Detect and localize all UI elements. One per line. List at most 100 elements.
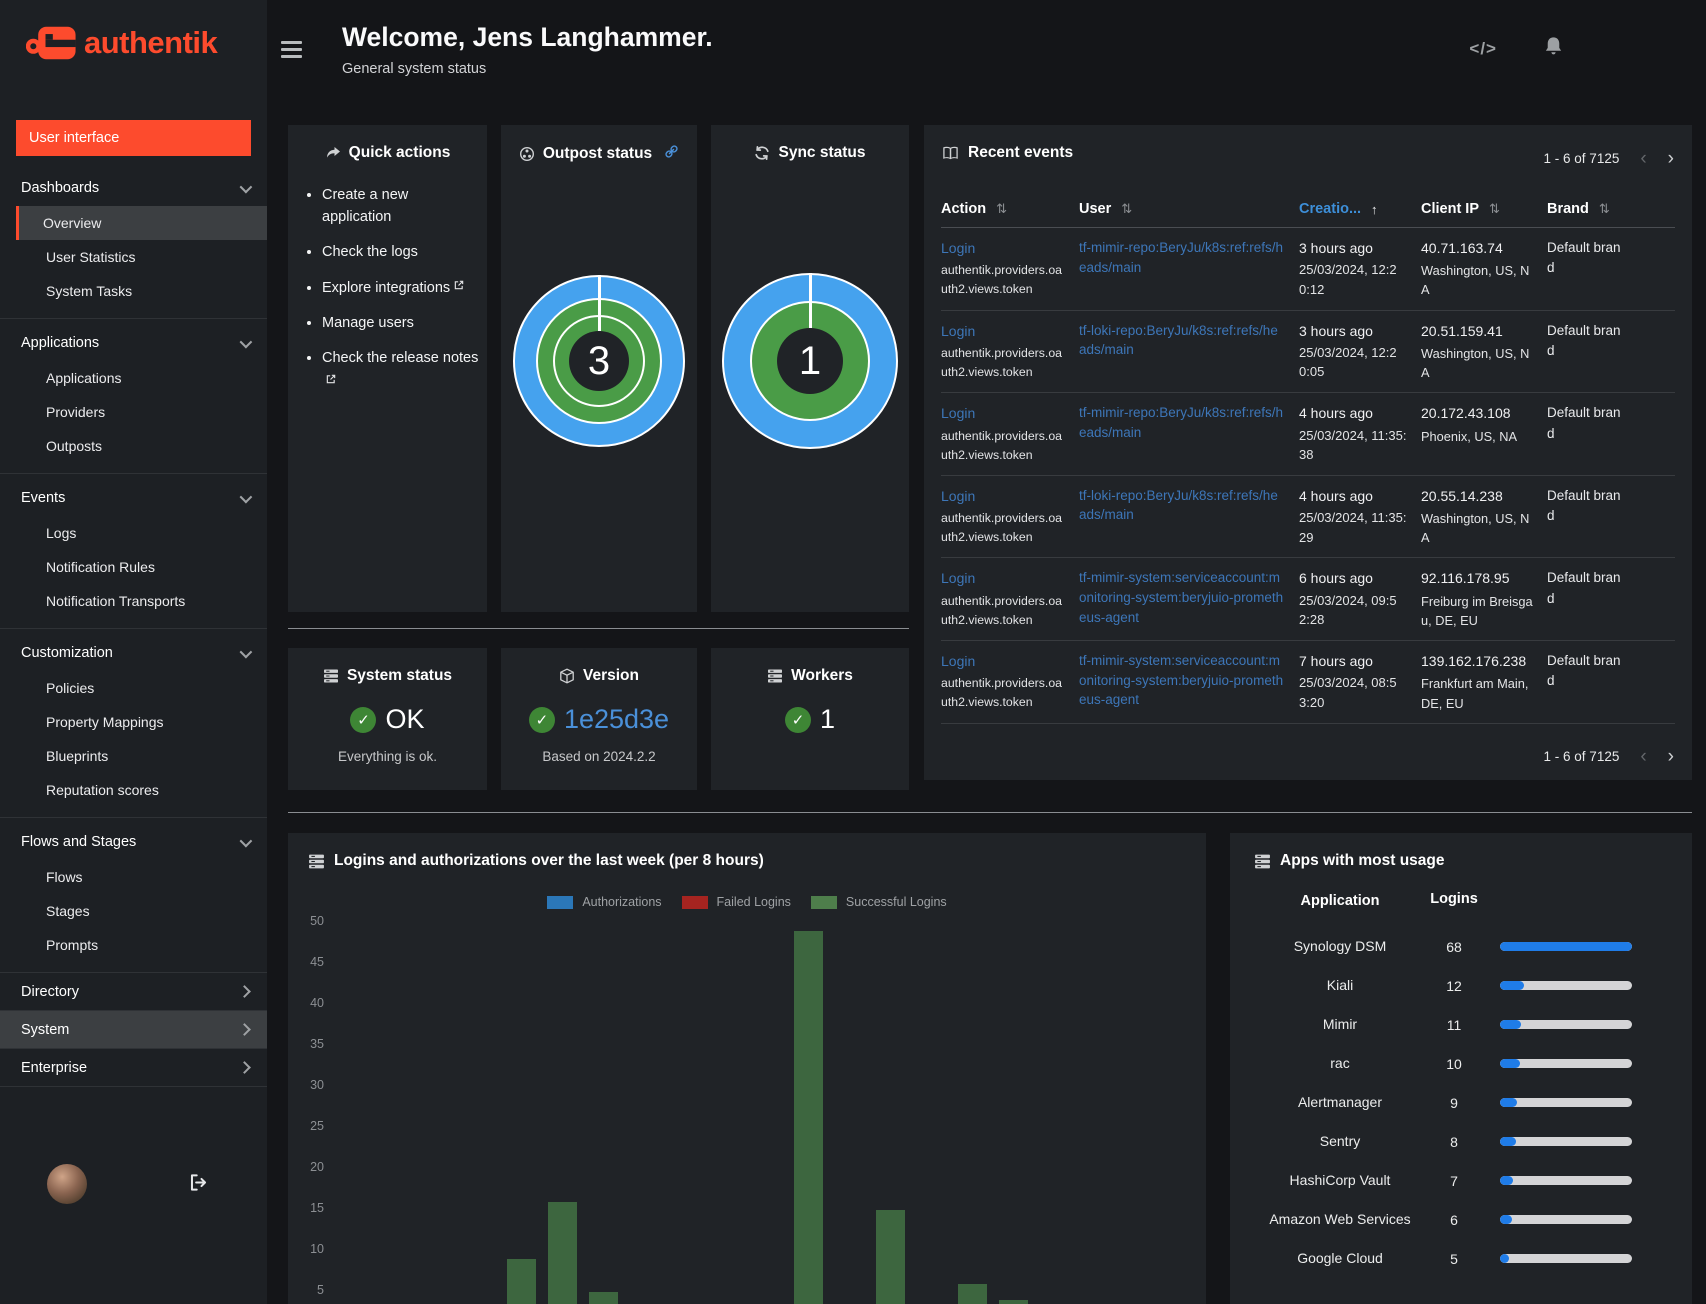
sidebar-item-providers[interactable]: Providers: [0, 395, 267, 429]
user-interface-button[interactable]: User interface: [16, 120, 251, 156]
sidebar-group-header-events[interactable]: Events: [0, 480, 267, 516]
cube-icon: [559, 668, 575, 684]
sidebar-group-header-enterprise[interactable]: Enterprise: [0, 1049, 267, 1086]
sidebar-item-stages[interactable]: Stages: [0, 894, 267, 928]
sidebar-item-notification-rules[interactable]: Notification Rules: [0, 550, 267, 584]
event-user-link[interactable]: tf-mimir-system:serviceaccount:monitorin…: [1079, 568, 1285, 627]
system-status-value: OK: [385, 704, 425, 734]
quick-action-check-the-release-notes[interactable]: Check the release notes: [322, 348, 481, 394]
sidebar-group-label: Applications: [21, 335, 100, 351]
event-user-link[interactable]: tf-mimir-repo:BeryJu/k8s:ref:refs/heads/…: [1079, 403, 1285, 442]
quick-action-label: Create a new application: [322, 187, 409, 225]
events-column-client-ip[interactable]: Client IP ⇅: [1421, 201, 1533, 217]
event-action-detail: authentik.providers.oauth2.views.token: [941, 428, 1062, 462]
sidebar-item-property-mappings[interactable]: Property Mappings: [0, 705, 267, 739]
sidebar-item-outposts[interactable]: Outposts: [0, 429, 267, 463]
chart-bar-successful-logins: [958, 1283, 987, 1304]
pagination-prev-icon[interactable]: ‹: [1640, 747, 1646, 766]
menu-toggle-icon[interactable]: [281, 41, 302, 62]
sidebar-group-header-dashboards[interactable]: Dashboards: [0, 170, 267, 206]
sidebar-item-blueprints[interactable]: Blueprints: [0, 739, 267, 773]
events-column-brand[interactable]: Brand ⇅: [1547, 201, 1623, 217]
event-action-link[interactable]: Login: [941, 403, 1065, 423]
pagination-next-icon[interactable]: ›: [1668, 149, 1674, 168]
version-value-link[interactable]: 1e25d3e: [564, 704, 669, 735]
event-user-link[interactable]: tf-mimir-system:serviceaccount:monitorin…: [1079, 651, 1285, 710]
app-name: Mimir: [1322, 1016, 1358, 1033]
events-row: Login authentik.providers.oauth2.views.to…: [941, 393, 1675, 476]
sidebar-group-system: System: [0, 1010, 267, 1048]
topbar: Welcome, Jens Langhammer. General system…: [267, 0, 1706, 104]
event-action-link[interactable]: Login: [941, 321, 1065, 341]
events-column-user[interactable]: User ⇅: [1079, 201, 1285, 217]
y-axis-tick: 15: [310, 1201, 324, 1215]
main-content: Quick actions Create a new application Ch…: [267, 104, 1706, 1304]
chart-bar-successful-logins: [876, 1210, 905, 1304]
event-user-link[interactable]: tf-loki-repo:BeryJu/k8s:ref:refs/heads/m…: [1079, 486, 1285, 525]
quick-action-check-the-logs[interactable]: Check the logs: [322, 242, 481, 264]
chevron-right-icon: [238, 1023, 251, 1036]
event-user-link[interactable]: tf-loki-repo:BeryJu/k8s:ref:refs/heads/m…: [1079, 321, 1285, 360]
sidebar-item-reputation-scores[interactable]: Reputation scores: [0, 773, 267, 807]
sidebar-item-prompts[interactable]: Prompts: [0, 928, 267, 962]
quick-action-create-a-new-application[interactable]: Create a new application: [322, 185, 481, 229]
sign-out-icon[interactable]: [189, 1173, 208, 1197]
event-action-detail: authentik.providers.oauth2.views.token: [941, 345, 1062, 380]
sidebar-item-notification-transports[interactable]: Notification Transports: [0, 584, 267, 618]
check-circle-icon: [350, 706, 377, 733]
quick-action-label: Check the release notes: [322, 349, 479, 366]
link-icon[interactable]: [664, 144, 679, 164]
sort-icon: ⇅: [1598, 201, 1610, 216]
chevron-right-icon: [238, 1061, 251, 1074]
event-geo: Washington, US, NA: [1421, 263, 1530, 298]
sidebar-item-overview[interactable]: Overview: [16, 206, 267, 240]
sidebar-group-header-system[interactable]: System: [0, 1011, 267, 1048]
event-action-link[interactable]: Login: [941, 568, 1065, 588]
event-action-link[interactable]: Login: [941, 651, 1065, 671]
sidebar-item-logs[interactable]: Logs: [0, 516, 267, 550]
app-logins-count: 7: [1450, 1172, 1458, 1189]
events-column-label: Action: [941, 201, 987, 217]
event-user-cell: tf-mimir-repo:BeryJu/k8s:ref:refs/heads/…: [1079, 403, 1285, 464]
app-name: Synology DSM: [1293, 938, 1387, 955]
sidebar-item-system-tasks[interactable]: System Tasks: [0, 274, 267, 308]
events-column-action[interactable]: Action ⇅: [941, 201, 1065, 217]
app-logins-count: 8: [1450, 1133, 1458, 1150]
system-status-card: System status OK Everything is ok.: [288, 648, 487, 790]
event-action-link[interactable]: Login: [941, 238, 1065, 258]
outpost-icon: [519, 146, 535, 162]
apps-usage-row: Sentry 8: [1258, 1122, 1674, 1161]
sidebar-item-applications[interactable]: Applications: [0, 361, 267, 395]
api-code-icon[interactable]: </>: [1469, 39, 1497, 59]
sidebar-group-header-directory[interactable]: Directory: [0, 973, 267, 1010]
quick-action-manage-users[interactable]: Manage users: [322, 313, 481, 335]
event-geo: Phoenix, US, NA: [1421, 428, 1518, 444]
events-column-label: Brand: [1547, 201, 1589, 217]
sidebar-group-header-applications[interactable]: Applications: [0, 325, 267, 361]
event-time-relative: 3 hours ago: [1299, 240, 1373, 256]
quick-action-explore-integrations[interactable]: Explore integrations: [322, 276, 481, 300]
pagination-prev-icon[interactable]: ‹: [1640, 149, 1646, 168]
avatar[interactable]: [47, 1164, 87, 1204]
authentik-logo: authentik: [26, 24, 218, 62]
y-axis-tick: 25: [310, 1119, 324, 1133]
events-column-creatio-[interactable]: Creatio... ↑: [1299, 201, 1407, 217]
progress-track: [1500, 1020, 1632, 1029]
event-time-relative: 6 hours ago: [1299, 570, 1373, 587]
logins-chart-card: Logins and authorizations over the last …: [288, 833, 1206, 1304]
sidebar-item-policies[interactable]: Policies: [0, 671, 267, 705]
event-brand: Default brand: [1547, 487, 1621, 523]
pagination-next-icon[interactable]: ›: [1668, 747, 1674, 766]
sidebar-group-header-flows-and-stages[interactable]: Flows and Stages: [0, 824, 267, 860]
sidebar-group-header-customization[interactable]: Customization: [0, 635, 267, 671]
sidebar-item-flows[interactable]: Flows: [0, 860, 267, 894]
app-logins-count: 5: [1450, 1250, 1458, 1267]
event-user-link[interactable]: tf-mimir-repo:BeryJu/k8s:ref:refs/heads/…: [1079, 238, 1285, 277]
workers-card: Workers 1: [711, 648, 909, 790]
sidebar-item-user-statistics[interactable]: User Statistics: [0, 240, 267, 274]
app-name: Sentry: [1319, 1133, 1361, 1150]
event-client-ip: 20.172.43.108: [1421, 405, 1511, 422]
event-action-link[interactable]: Login: [941, 486, 1065, 506]
apps-rows: Synology DSM 68 Kiali 12 Mimir 11 rac 10 Alertma…: [1258, 927, 1674, 1278]
notifications-bell-icon[interactable]: [1543, 36, 1564, 62]
